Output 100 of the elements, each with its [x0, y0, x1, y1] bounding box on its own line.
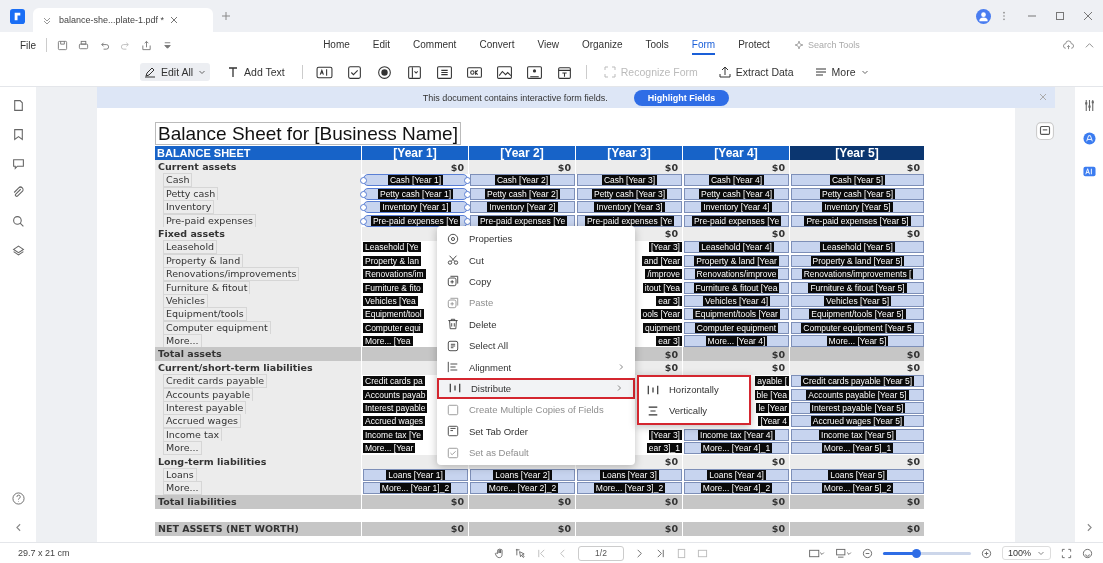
- zoom-dropdown[interactable]: 100%: [1001, 546, 1051, 560]
- form-field[interactable]: Leasehold [Year 4]: [684, 241, 789, 254]
- form-field[interactable]: and [Year: [641, 254, 682, 267]
- menu-tab[interactable]: Home: [323, 35, 350, 55]
- print-icon[interactable]: [78, 39, 90, 51]
- page-number-field[interactable]: 1/2: [577, 545, 624, 561]
- form-field[interactable]: Cash [Year 3]: [577, 174, 682, 187]
- form-field[interactable]: Inventory [Year 4]: [684, 201, 789, 214]
- menu-tab[interactable]: Organize: [581, 35, 623, 55]
- zoom-in-icon[interactable]: [980, 547, 992, 559]
- extract-data-button[interactable]: Extract Data: [714, 63, 798, 81]
- form-field[interactable]: Vehicles [Yea: [363, 294, 418, 307]
- form-field[interactable]: Furniture & fito: [363, 281, 423, 294]
- form-field[interactable]: More... [Year 4]_2: [684, 482, 789, 495]
- form-field[interactable]: More... [Yea: [363, 335, 413, 348]
- fullscreen-icon[interactable]: [1061, 547, 1072, 559]
- form-field[interactable]: Cash [Year 4]: [684, 174, 789, 187]
- form-field[interactable]: le [Year: [756, 402, 789, 415]
- feedback-icon[interactable]: [1082, 547, 1093, 559]
- form-field[interactable]: Cash [Year 5]: [791, 174, 924, 187]
- form-field[interactable]: Inventory [Year 5]: [791, 201, 924, 214]
- menu-tab[interactable]: Convert: [479, 35, 515, 55]
- translate-icon[interactable]: [1082, 165, 1096, 178]
- close-icon[interactable]: [170, 16, 179, 24]
- form-field[interactable]: [Year 3]: [649, 428, 682, 441]
- form-field[interactable]: Accounts payab: [363, 388, 428, 401]
- form-field[interactable]: Property & lan: [363, 254, 421, 267]
- avatar-icon[interactable]: [976, 8, 991, 24]
- form-field[interactable]: Inventory [Year 1]: [363, 201, 468, 214]
- form-panel-icon[interactable]: [1036, 122, 1054, 140]
- select-tool-icon[interactable]: [514, 547, 526, 559]
- menu-tab[interactable]: Edit: [372, 35, 391, 55]
- context-menu-item[interactable]: Distribute: [437, 377, 635, 400]
- form-field[interactable]: Cash [Year 1]: [363, 174, 468, 187]
- maximize-icon[interactable]: [1055, 11, 1065, 21]
- form-field[interactable]: More... [Year 2]_2: [470, 482, 575, 495]
- form-field[interactable]: [Year 4: [758, 415, 789, 428]
- form-field[interactable]: Equipment/tools [Year: [684, 308, 789, 321]
- submenu-item[interactable]: Horizontally: [639, 379, 749, 400]
- signature-field-icon[interactable]: [525, 65, 543, 79]
- menu-tab[interactable]: Form: [691, 35, 716, 55]
- add-text-button[interactable]: Add Text: [223, 63, 289, 81]
- page-icon[interactable]: [11, 99, 25, 112]
- form-field[interactable]: Cash [Year 2]: [470, 174, 575, 187]
- text-field-icon[interactable]: [315, 65, 333, 79]
- highlight-fields-button[interactable]: Highlight Fields: [633, 89, 730, 106]
- context-menu-item[interactable]: Set Tab Order: [437, 420, 635, 442]
- form-field[interactable]: Interest payable: [363, 402, 428, 415]
- form-field[interactable]: More... [Year: [363, 442, 416, 455]
- image-field-icon[interactable]: [495, 65, 513, 79]
- page-layout-icon[interactable]: [807, 547, 825, 559]
- form-field[interactable]: ear 3]_1: [646, 442, 682, 455]
- search-icon[interactable]: [11, 215, 25, 228]
- help-icon[interactable]: [11, 492, 25, 505]
- share-icon[interactable]: [141, 39, 153, 51]
- menu-tab[interactable]: Tools: [645, 35, 669, 55]
- form-field[interactable]: quipment: [643, 321, 682, 334]
- hand-tool-icon[interactable]: [493, 547, 505, 559]
- form-field[interactable]: Renovations/im: [363, 268, 426, 281]
- form-field[interactable]: Interest payable [Year 5]: [791, 402, 924, 415]
- view-mode-icon[interactable]: [834, 547, 852, 559]
- cloud-upload-icon[interactable]: [1063, 39, 1074, 51]
- zoom-slider[interactable]: [882, 551, 971, 555]
- last-page-icon[interactable]: [654, 547, 666, 559]
- form-field[interactable]: ear 3]: [656, 335, 682, 348]
- radio-button-icon[interactable]: [375, 65, 393, 79]
- form-field[interactable]: Credit cards pa: [363, 375, 425, 388]
- new-tab-icon[interactable]: [221, 11, 231, 21]
- context-menu-item[interactable]: Delete: [437, 313, 635, 335]
- form-field[interactable]: More... [Year 1]_2: [363, 482, 468, 495]
- form-field[interactable]: Computer equi: [363, 321, 423, 334]
- close-icon[interactable]: [1083, 11, 1093, 21]
- form-field[interactable]: Inventory [Year 3]: [577, 201, 682, 214]
- bookmark-icon[interactable]: [11, 128, 25, 141]
- form-field[interactable]: Leasehold [Year 5]: [791, 241, 924, 254]
- context-menu-item[interactable]: Copy: [437, 270, 635, 293]
- form-field[interactable]: itout [Yea: [642, 281, 682, 294]
- form-field[interactable]: ayable [: [755, 375, 789, 388]
- form-field[interactable]: ble [Yea: [754, 388, 789, 401]
- file-menu[interactable]: File: [20, 36, 37, 54]
- form-field[interactable]: Income tax [Ye: [363, 428, 423, 441]
- form-field[interactable]: Equipment/tool: [363, 308, 424, 321]
- menu-tab[interactable]: Comment: [413, 35, 457, 55]
- form-field[interactable]: More... [Year 3]_2: [577, 482, 682, 495]
- zoom-out-icon[interactable]: [861, 547, 873, 559]
- document-tab[interactable]: balance-she...plate-1.pdf *: [33, 8, 213, 32]
- dropdown-icon[interactable]: [162, 39, 174, 51]
- checkbox-icon[interactable]: [345, 65, 363, 79]
- ai-assistant-icon[interactable]: [1082, 132, 1096, 145]
- form-field[interactable]: Vehicles [Year 5]: [791, 294, 924, 307]
- search-field[interactable]: Search Tools: [793, 40, 884, 50]
- form-field[interactable]: Accrued wages [Year 5]: [791, 415, 924, 428]
- date-field-icon[interactable]: [555, 65, 573, 79]
- form-field[interactable]: Vehicles [Year 4]: [684, 294, 789, 307]
- more-button[interactable]: More: [810, 63, 873, 81]
- sliders-icon[interactable]: [1082, 99, 1096, 112]
- list-box-icon[interactable]: [435, 65, 453, 79]
- combo-box-icon[interactable]: [405, 65, 423, 79]
- form-field[interactable]: Equipment/tools [Year 5]: [791, 308, 924, 321]
- edit-all-button[interactable]: Edit All: [140, 63, 211, 81]
